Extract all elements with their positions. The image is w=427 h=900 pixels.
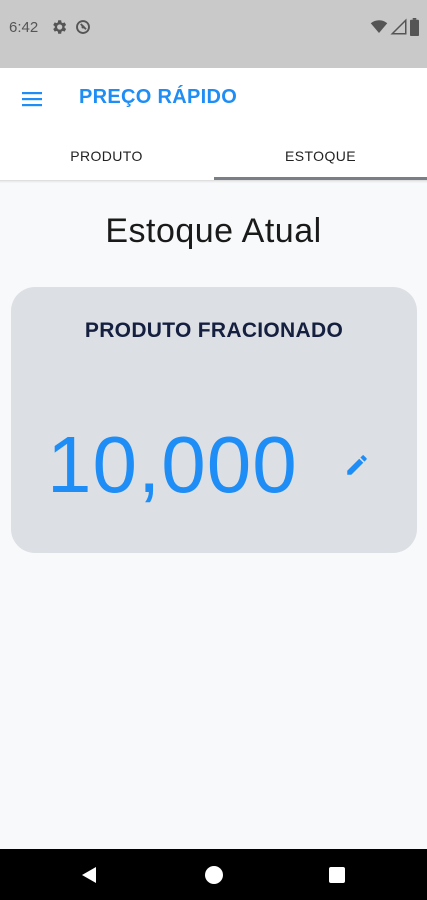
product-type-label: PRODUTO FRACIONADO [84, 319, 344, 342]
app-screen: 6:42 PREÇO RÁPIDO PRODUTO ESTOQUE Estoqu… [0, 0, 427, 900]
stock-value: 10,000 [47, 420, 298, 509]
status-time: 6:42 [9, 19, 39, 36]
app-title: PREÇO RÁPIDO [79, 86, 238, 108]
status-bar: 6:42 [0, 0, 427, 68]
tab-estoque[interactable]: ESTOQUE [214, 130, 427, 182]
sync-icon [76, 20, 90, 34]
signal-icon [390, 18, 407, 35]
page-title: Estoque Atual [105, 212, 322, 250]
tab-bar: PRODUTO ESTOQUE [0, 130, 427, 182]
stock-card: PRODUTO FRACIONADO 10,000 [11, 287, 417, 553]
wifi-icon [370, 20, 388, 33]
menu-icon[interactable] [20, 87, 44, 111]
recent-apps-icon[interactable] [329, 867, 345, 883]
back-icon[interactable] [80, 866, 98, 884]
battery-icon [410, 18, 419, 36]
tab-produto[interactable]: PRODUTO [0, 130, 213, 182]
tab-bar-shadow [0, 180, 427, 183]
pencil-icon[interactable] [344, 452, 370, 478]
home-icon[interactable] [205, 866, 223, 884]
gear-icon [53, 20, 67, 34]
